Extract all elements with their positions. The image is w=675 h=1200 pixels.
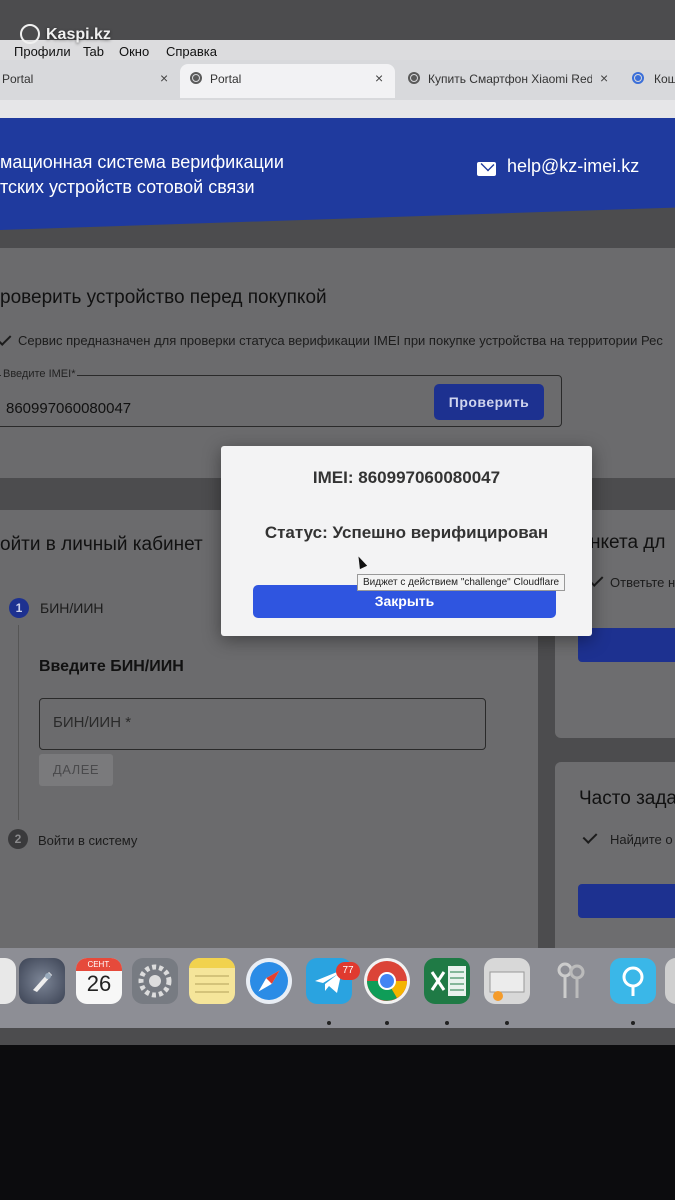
notes-icon[interactable] [189, 958, 235, 1004]
system-preferences-icon[interactable] [132, 958, 178, 1004]
dialog-status: Статус: Успешно верифицирован [264, 523, 549, 542]
check-device-description: Сервис предназначен для проверки статуса… [18, 333, 663, 348]
step-2-label: Войти в систему [38, 833, 138, 848]
launchpad-icon[interactable] [19, 958, 65, 1004]
tab-close-icon[interactable]: × [375, 70, 383, 86]
stepper-line [18, 625, 19, 820]
verification-result-dialog: IMEI: 860997060080047 Статус: Успешно ве… [221, 446, 592, 636]
running-indicator [505, 1021, 509, 1025]
faq-button[interactable] [578, 884, 675, 918]
step-1-indicator: 1 [9, 598, 29, 618]
calendar-month: СЕНТ. [76, 958, 122, 971]
tab-close-icon[interactable]: × [600, 70, 608, 86]
dock: СЕНТ. 26 [0, 948, 675, 1028]
bin-iin-input[interactable]: БИН/ИИН * [39, 698, 486, 750]
check-device-card [0, 248, 675, 478]
tab-label: Portal [210, 72, 242, 86]
globe-icon [408, 72, 420, 84]
imei-input-value: 860997060080047 [6, 400, 132, 417]
menu-item-help[interactable]: Справка [166, 44, 217, 59]
cloudflare-tooltip: Виджет с действием "challenge" Cloudflar… [357, 574, 566, 591]
excel-icon[interactable] [424, 958, 470, 1004]
support-email-link[interactable]: help@kz-imei.kz [507, 156, 639, 177]
menu-item-window[interactable]: Окно [119, 44, 149, 59]
tab-close-icon[interactable]: × [160, 70, 168, 86]
tab-label: Portal [2, 72, 34, 86]
tab-label: Купить Смартфон Xiaomi Red [428, 72, 592, 86]
browser-toolbar [0, 100, 675, 120]
kaspi-logo-icon [20, 24, 40, 44]
bin-iin-placeholder: БИН/ИИН * [53, 714, 132, 731]
calendar-day: 26 [86, 971, 112, 996]
dialog-imei: IMEI: 860997060080047 [312, 468, 501, 487]
calendar-icon[interactable]: СЕНТ. 26 [76, 958, 122, 1004]
safari-icon[interactable] [246, 958, 292, 1004]
site-header: мационная система верификации тских устр… [0, 118, 675, 230]
imei-input-label: Введите IMEI* [1, 368, 78, 380]
menu-item-tab[interactable]: Tab [83, 44, 104, 59]
questionnaire-text: Ответьте н [610, 575, 675, 590]
next-button[interactable]: ДАЛЕЕ [39, 754, 113, 786]
kaspi-watermark: Kaspi.kz [20, 24, 111, 45]
running-indicator [631, 1021, 635, 1025]
tab-label: Кош [654, 72, 675, 86]
site-title-line1: мационная система верификации [0, 152, 284, 172]
tab-xiaomi[interactable]: Купить Смартфон Xiaomi Red × [400, 64, 618, 98]
running-indicator [385, 1021, 389, 1025]
check-button[interactable]: Проверить [434, 384, 544, 420]
telegram-unread-badge: 77 [336, 962, 360, 980]
location-icon[interactable] [610, 958, 656, 1004]
questionnaire-button[interactable] [578, 628, 675, 662]
watermark-text: Kaspi.kz [46, 26, 111, 44]
globe-icon [190, 72, 202, 84]
tab-portal-1[interactable]: Portal × [0, 64, 178, 98]
keychain-icon[interactable] [548, 958, 594, 1004]
preview-icon[interactable] [484, 958, 530, 1004]
questionnaire-title: нкета дл [590, 532, 666, 553]
faq-title: Часто зада [579, 788, 675, 809]
step-1-heading: Введите БИН/ИИН [39, 658, 184, 675]
screen: Профили Tab Окно Справка Portal × Portal… [0, 0, 675, 1045]
faq-text: Найдите о [610, 832, 673, 847]
tab-kaspi[interactable]: Кош [626, 64, 675, 98]
google-icon [632, 72, 644, 84]
running-indicator [445, 1021, 449, 1025]
chrome-icon[interactable] [364, 958, 410, 1004]
running-indicator [327, 1021, 331, 1025]
check-device-title: роверить устройство перед покупкой [0, 287, 327, 308]
login-title: ойти в личный кабинет [0, 534, 203, 555]
finder-icon[interactable] [0, 958, 16, 1004]
step-2-indicator: 2 [8, 829, 28, 849]
partial-dock-icon[interactable] [665, 958, 675, 1004]
tab-strip: Portal × Portal × Купить Смартфон Xiaomi… [0, 60, 675, 100]
site-title-line2: тских устройств сотовой связи [0, 177, 255, 197]
menu-item-profiles[interactable]: Профили [14, 44, 71, 59]
step-1-label: БИН/ИИН [40, 600, 104, 616]
envelope-icon [477, 162, 496, 176]
tab-portal-2[interactable]: Portal × [180, 64, 395, 98]
site-title: мационная система верификации тских устр… [0, 150, 284, 200]
